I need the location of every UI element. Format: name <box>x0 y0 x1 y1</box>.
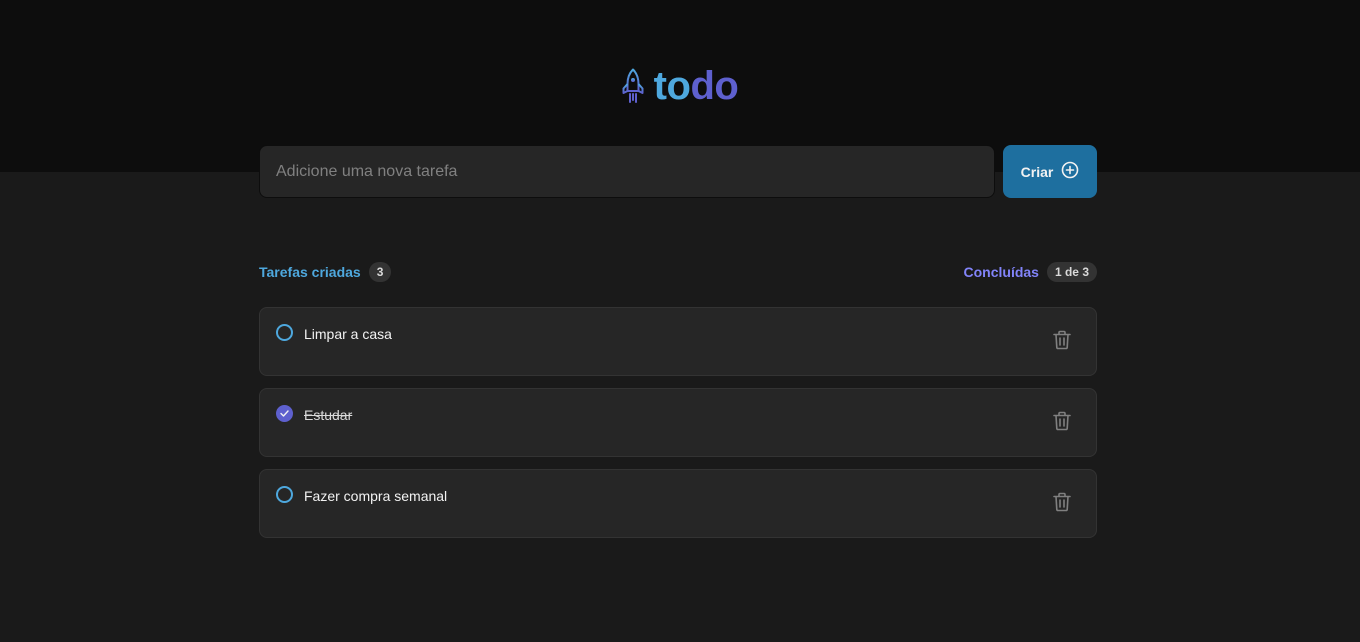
logo-text-part1: to <box>653 64 691 108</box>
created-count-badge: 3 <box>368 262 392 282</box>
task-text: Estudar <box>304 407 353 423</box>
created-stat: Tarefas criadas 3 <box>259 262 392 282</box>
task-text: Fazer compra semanal <box>304 488 448 504</box>
task-checkbox[interactable] <box>276 486 293 503</box>
new-task-input[interactable] <box>259 145 995 198</box>
done-stat: Concluídas 1 de 3 <box>963 262 1097 282</box>
logo: todo <box>0 66 1360 106</box>
create-button[interactable]: Criar <box>1003 145 1097 198</box>
created-label: Tarefas criadas <box>259 264 361 280</box>
task-item: Limpar a casa <box>259 307 1097 376</box>
task-text: Limpar a casa <box>304 326 392 342</box>
trash-icon[interactable] <box>1050 328 1074 352</box>
new-task-form: Criar <box>259 145 1097 198</box>
trash-icon[interactable] <box>1050 490 1074 514</box>
task-item: Fazer compra semanal <box>259 469 1097 538</box>
done-label: Concluídas <box>963 264 1039 280</box>
task-item: Estudar <box>259 388 1097 457</box>
task-checkbox[interactable] <box>276 324 293 341</box>
check-icon <box>280 410 289 417</box>
plus-circle-icon <box>1061 161 1079 182</box>
logo-text-part2: do <box>690 64 739 108</box>
trash-icon[interactable] <box>1050 409 1074 433</box>
done-count-badge: 1 de 3 <box>1046 262 1097 282</box>
rocket-icon <box>622 68 644 104</box>
create-button-label: Criar <box>1020 163 1054 180</box>
task-checkbox-checked[interactable] <box>276 405 293 422</box>
task-stats: Tarefas criadas 3 Concluídas 1 de 3 <box>259 261 1097 283</box>
logo-text: todo <box>654 66 739 106</box>
task-list: Limpar a casa Estudar Fazer compra seman… <box>259 307 1097 538</box>
